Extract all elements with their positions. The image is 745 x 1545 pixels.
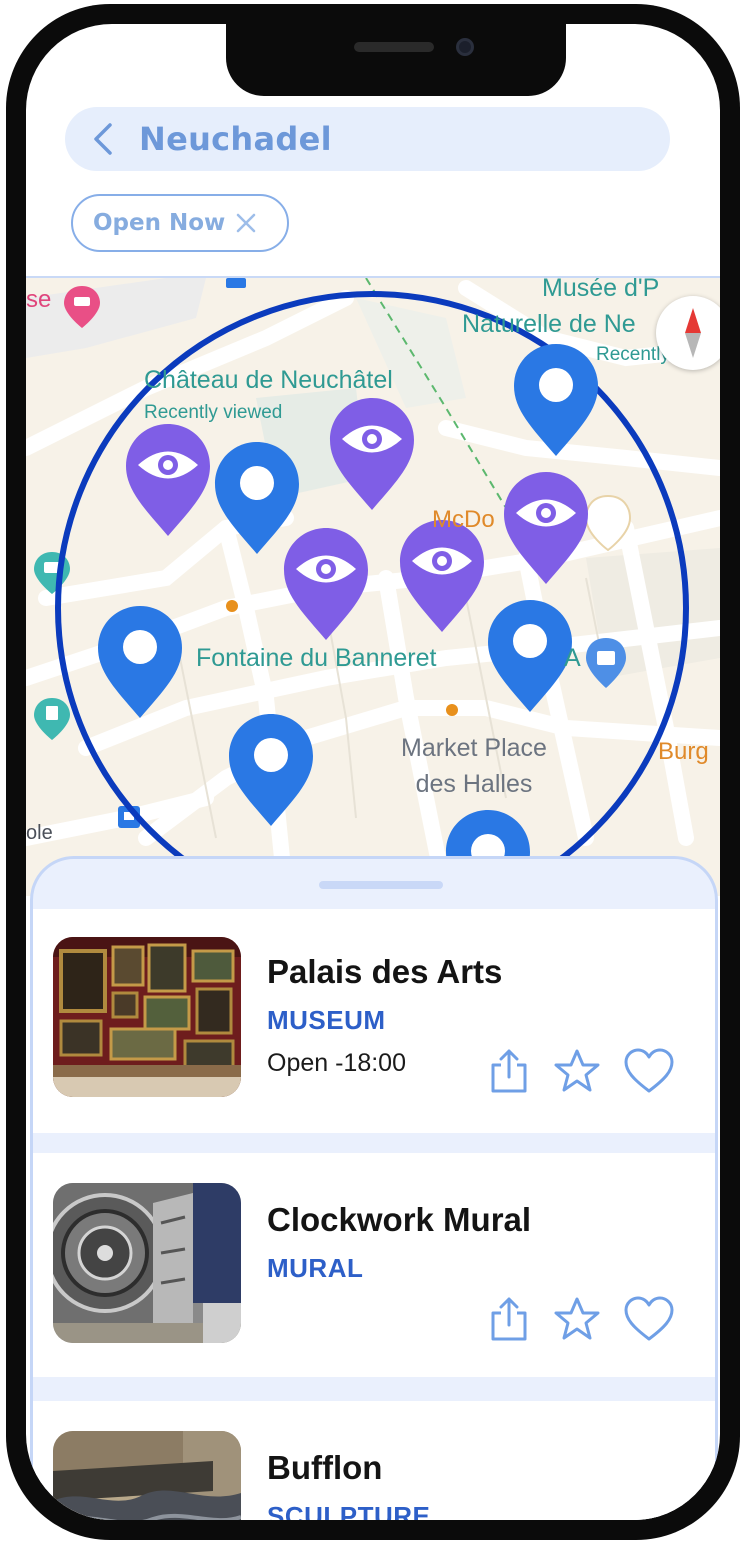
place-title[interactable]: Bufflon [267,1449,382,1487]
camera [456,38,474,56]
map-label-mcdo[interactable]: McDo [432,506,495,534]
place-card[interactable]: Clockwork Mural MURAL [33,1153,715,1377]
map-label-musee-2: Naturelle de Ne [462,310,636,338]
notch [226,24,566,96]
map-view[interactable]: se Musée d'P Naturelle de Ne Recently v … [26,276,720,896]
filter-chip-label: Open Now [93,210,226,236]
place-thumbnail [53,1431,241,1520]
place-thumbnail [53,1183,241,1343]
star-icon[interactable] [551,1293,603,1345]
filter-chip-open-now[interactable]: Open Now [71,194,289,252]
place-title[interactable]: Clockwork Mural [267,1201,531,1239]
screen: Neuchadel Open Now se Musée d'P Naturell… [26,24,720,1520]
place-category: MUSEUM [267,1005,386,1035]
search-bar[interactable]: Neuchadel [65,107,670,171]
map-label-market[interactable]: Market Place des Halles [388,730,560,802]
place-hours: Open -18:00 [267,1049,406,1077]
map-label-a: A [564,644,581,672]
chevron-left-icon[interactable] [73,107,133,171]
star-icon[interactable] [551,1045,603,1097]
place-card[interactable]: Palais des Arts MUSEUM Open -18:00 [33,909,715,1133]
results-sheet[interactable]: Palais des Arts MUSEUM Open -18:00 Clock… [30,856,718,1520]
heart-icon[interactable] [623,1045,675,1097]
close-icon[interactable] [235,212,257,234]
sheet-handle[interactable] [319,881,443,889]
place-title[interactable]: Palais des Arts [267,953,502,991]
map-label-fontaine[interactable]: Fontaine du Banneret [196,644,436,673]
map-label-burg: Burg [658,738,709,765]
map-label-chateau[interactable]: Château de Neuchâtel [144,366,393,395]
map-label-market-line1: Market Place [401,734,547,762]
place-thumbnail [53,937,241,1097]
compass-icon[interactable] [656,296,720,370]
speaker [354,42,434,52]
place-card[interactable]: Bufflon SCULPTURE [33,1401,715,1520]
map-label-ole: ole [26,822,53,844]
map-label-musee-1: Musée d'P [542,276,660,302]
place-category: MURAL [267,1253,364,1283]
map-label-se: se [26,286,52,313]
place-category: SCULPTURE [267,1501,431,1520]
map-label-market-line2: des Halles [415,770,533,798]
share-icon[interactable] [483,1045,535,1097]
share-icon[interactable] [483,1293,535,1345]
heart-icon[interactable] [623,1293,675,1345]
map-label-chateau-sub: Recently viewed [144,402,283,423]
phone-frame: Neuchadel Open Now se Musée d'P Naturell… [6,4,740,1540]
search-title: Neuchadel [139,120,332,158]
